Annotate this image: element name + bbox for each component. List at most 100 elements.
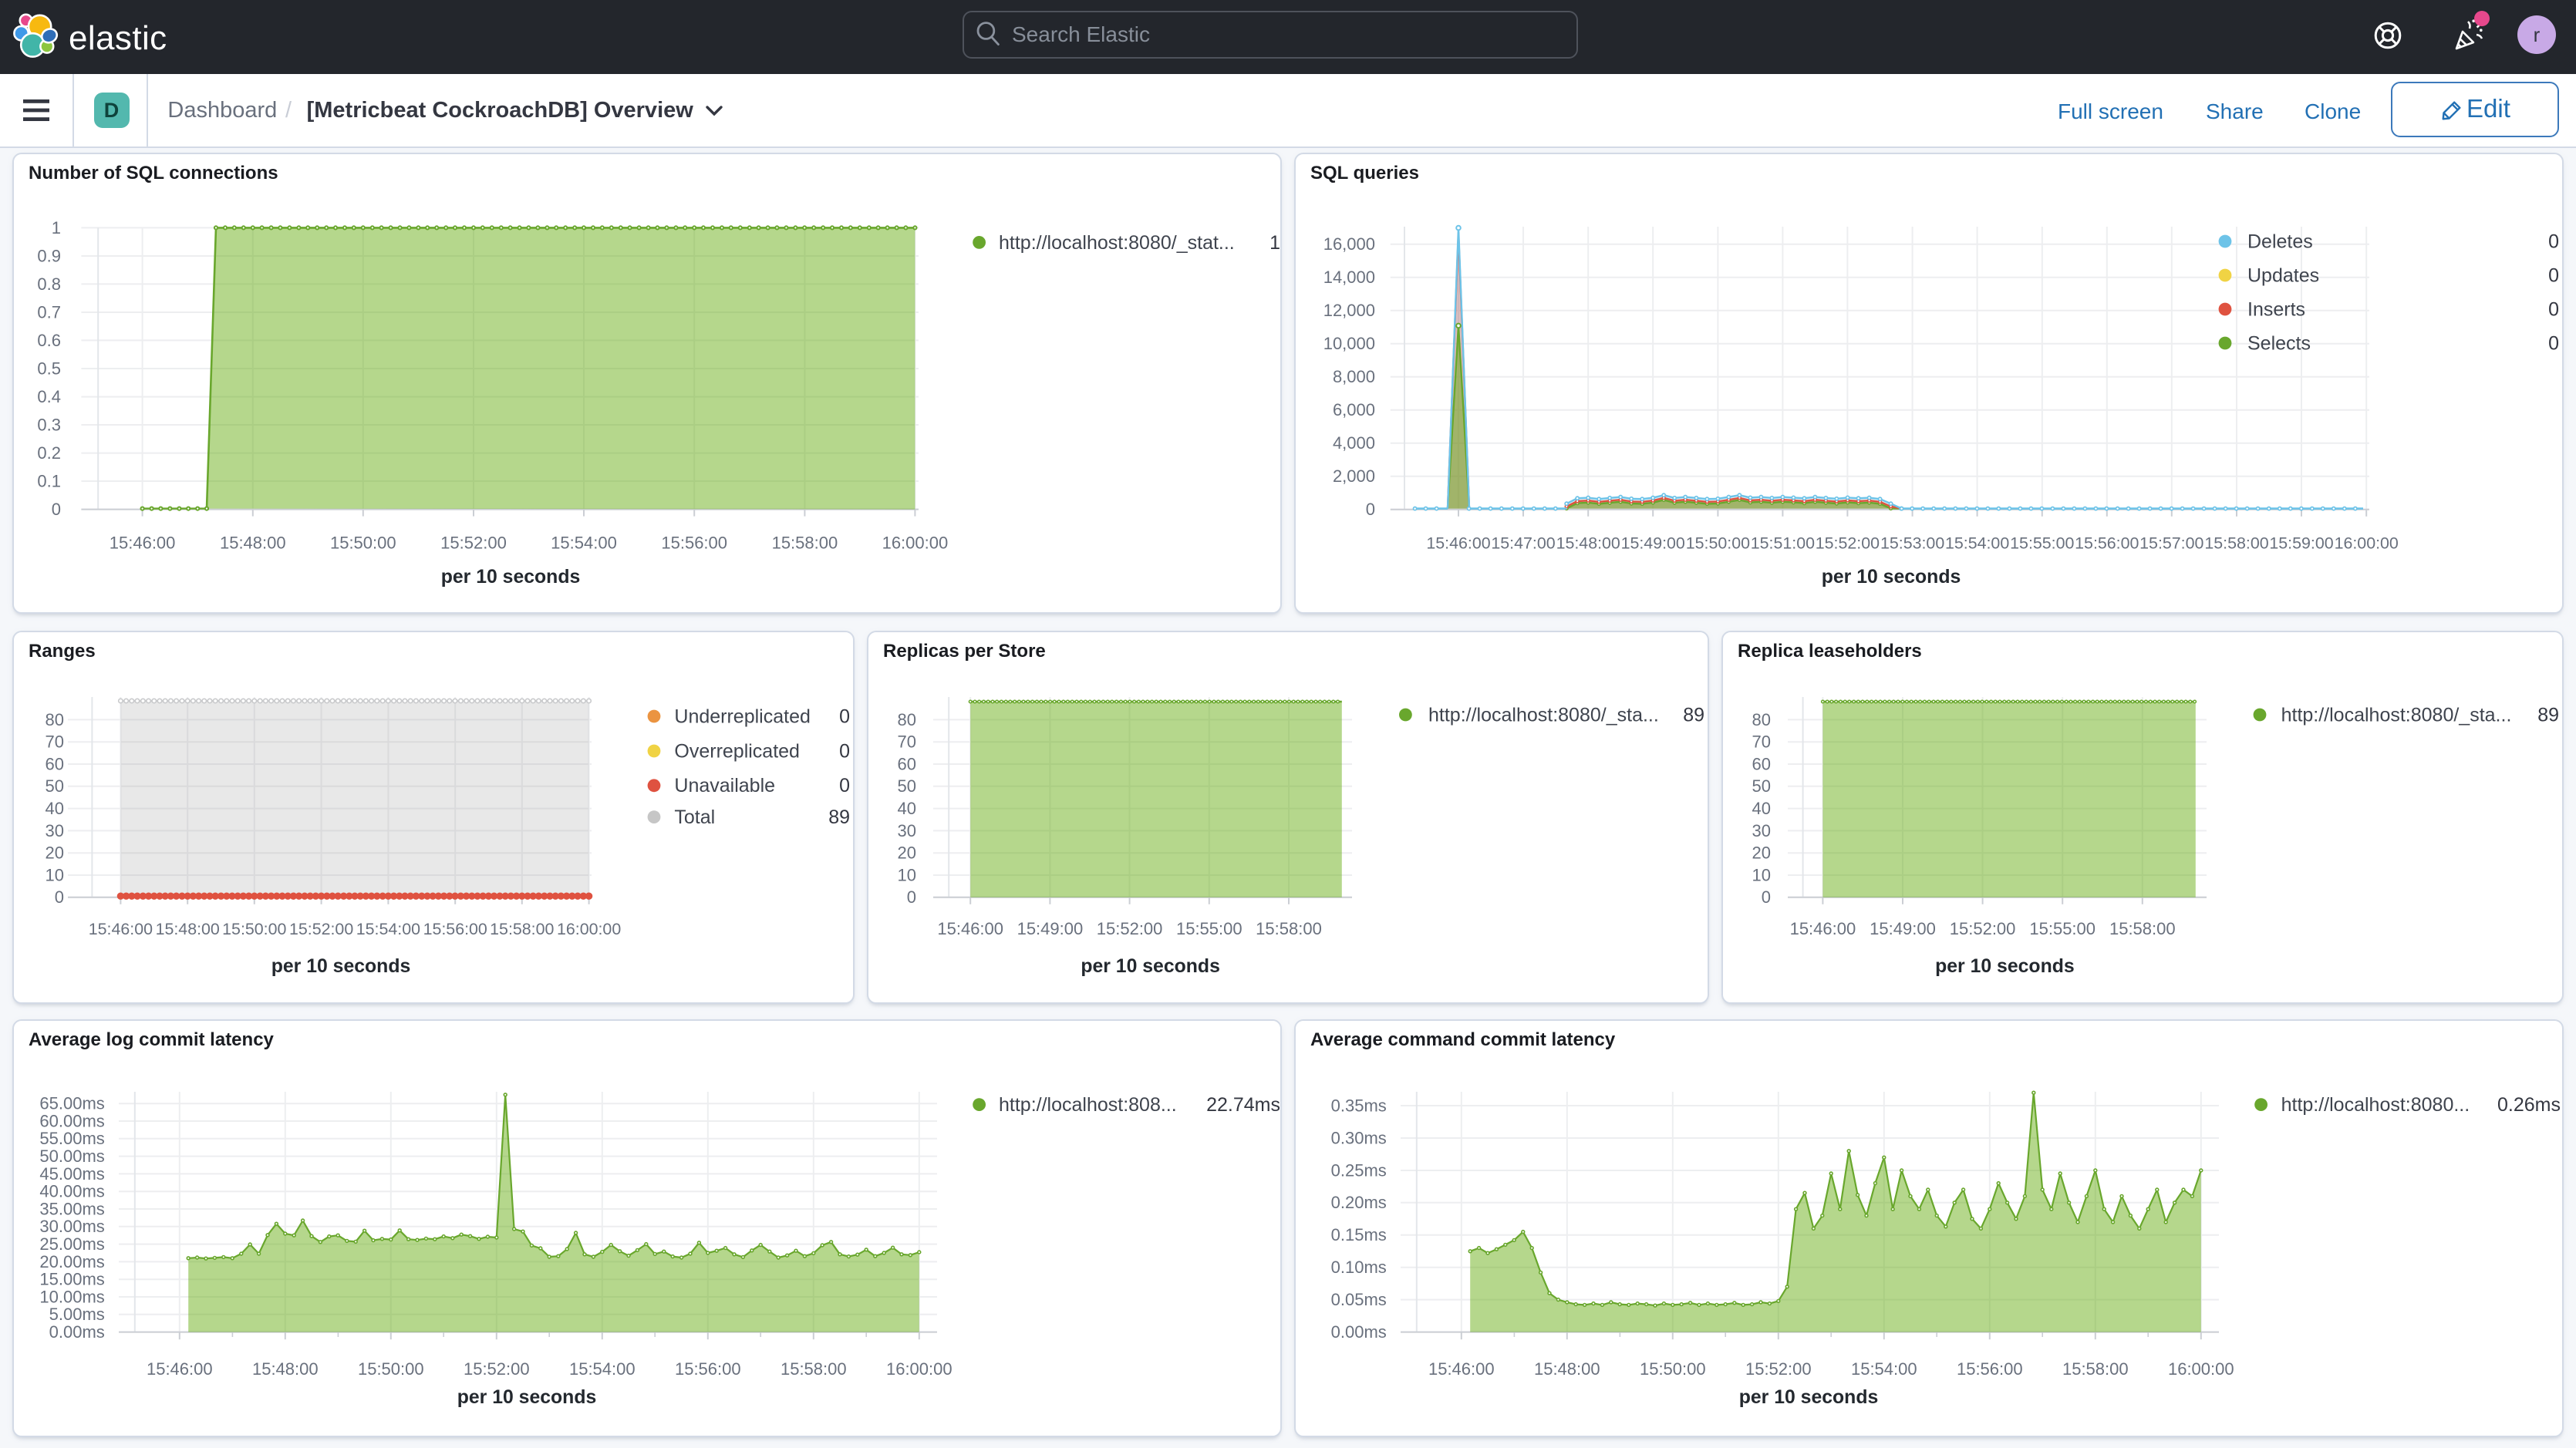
svg-text:per 10 seconds: per 10 seconds [1739,1387,1879,1408]
svg-text:70: 70 [1752,732,1771,752]
svg-text:15:52:00: 15:52:00 [1950,919,2016,938]
svg-text:80: 80 [1752,710,1771,729]
svg-text:per 10 seconds: per 10 seconds [1822,567,1961,588]
svg-text:15:58:00: 15:58:00 [1256,919,1322,938]
svg-text:15:49:00: 15:49:00 [1017,919,1084,938]
svg-text:4,000: 4,000 [1333,433,1375,453]
svg-text:0.3: 0.3 [37,415,61,434]
svg-text:0.26ms: 0.26ms [2497,1094,2561,1116]
svg-text:15:56:00: 15:56:00 [423,920,487,938]
svg-text:20: 20 [1752,844,1771,863]
svg-text:15:56:00: 15:56:00 [1957,1359,2023,1379]
svg-text:15:46:00: 15:46:00 [1790,919,1856,938]
svg-text:0: 0 [907,887,916,907]
svg-text:15:54:00: 15:54:00 [356,920,420,938]
svg-text:0.5: 0.5 [37,359,61,378]
svg-text:0: 0 [1762,887,1771,907]
svg-text:Total: Total [674,807,715,828]
svg-text:0.1: 0.1 [37,471,61,490]
svg-text:http://localhost:8080/_sta...: http://localhost:8080/_sta... [2281,704,2512,726]
svg-text:15:52:00: 15:52:00 [289,920,353,938]
svg-text:http://localhost:808...: http://localhost:808... [999,1094,1177,1116]
svg-text:0.9: 0.9 [37,246,61,265]
svg-text:20: 20 [46,844,64,863]
svg-text:0: 0 [2548,264,2559,286]
svg-text:15:50:00: 15:50:00 [358,1359,424,1379]
svg-text:15:50:00: 15:50:00 [222,920,286,938]
svg-text:15:57:00: 15:57:00 [2139,534,2203,552]
svg-text:8,000: 8,000 [1333,367,1375,386]
svg-text:15:47:00: 15:47:00 [1491,534,1555,552]
svg-text:15:56:00: 15:56:00 [2075,534,2139,552]
svg-text:14,000: 14,000 [1323,268,1375,287]
svg-text:0.10ms: 0.10ms [1331,1258,1387,1277]
svg-text:0.35ms: 0.35ms [1331,1096,1387,1115]
svg-text:15:50:00: 15:50:00 [1640,1359,1706,1379]
svg-text:15:48:00: 15:48:00 [156,920,220,938]
svg-text:15:55:00: 15:55:00 [1176,919,1242,938]
svg-text:16:00:00: 16:00:00 [2168,1359,2234,1379]
svg-text:70: 70 [898,732,916,752]
svg-text:40: 40 [46,799,64,818]
svg-text:15:52:00: 15:52:00 [1097,919,1163,938]
svg-text:http://localhost:8080...: http://localhost:8080... [2281,1094,2470,1116]
svg-text:16:00:00: 16:00:00 [882,533,949,552]
svg-text:http://localhost:8080/_sta...: http://localhost:8080/_sta... [1428,704,1659,726]
svg-text:15:54:00: 15:54:00 [1945,534,2009,552]
svg-text:1: 1 [52,218,61,237]
svg-text:10: 10 [46,865,64,884]
svg-text:55.00ms: 55.00ms [39,1129,104,1148]
svg-text:60: 60 [1752,754,1771,773]
svg-text:6,000: 6,000 [1333,400,1375,419]
svg-text:2,000: 2,000 [1333,466,1375,486]
svg-text:0: 0 [2548,231,2559,252]
svg-text:0: 0 [839,775,850,796]
svg-text:16,000: 16,000 [1323,234,1375,254]
svg-text:15:46:00: 15:46:00 [937,919,1003,938]
svg-text:15:55:00: 15:55:00 [2010,534,2074,552]
svg-text:50.00ms: 50.00ms [39,1147,104,1166]
svg-text:per 10 seconds: per 10 seconds [1935,956,2075,977]
svg-text:15:52:00: 15:52:00 [464,1359,530,1379]
svg-text:0.15ms: 0.15ms [1331,1225,1387,1244]
svg-text:15:54:00: 15:54:00 [1851,1359,1917,1379]
svg-text:0: 0 [55,887,64,907]
svg-text:30: 30 [1752,821,1771,840]
svg-text:35.00ms: 35.00ms [39,1199,104,1218]
svg-text:15:58:00: 15:58:00 [490,920,554,938]
svg-text:15:58:00: 15:58:00 [781,1359,847,1379]
svg-text:15.00ms: 15.00ms [39,1270,104,1289]
svg-text:25.00ms: 25.00ms [39,1234,104,1254]
svg-text:15:50:00: 15:50:00 [1686,534,1750,552]
svg-text:15:54:00: 15:54:00 [551,533,617,552]
svg-text:15:48:00: 15:48:00 [1556,534,1620,552]
svg-text:15:48:00: 15:48:00 [220,533,286,552]
svg-text:60.00ms: 60.00ms [39,1111,104,1130]
svg-text:15:56:00: 15:56:00 [661,533,727,552]
svg-text:0.20ms: 0.20ms [1331,1193,1387,1212]
svg-text:10.00ms: 10.00ms [39,1287,104,1306]
svg-text:15:46:00: 15:46:00 [110,533,176,552]
svg-text:89: 89 [2537,704,2559,726]
svg-text:65.00ms: 65.00ms [39,1094,104,1113]
svg-text:Inserts: Inserts [2247,298,2305,320]
svg-text:15:50:00: 15:50:00 [330,533,396,552]
svg-text:0.7: 0.7 [37,302,61,322]
svg-text:Unavailable: Unavailable [674,775,775,796]
svg-text:30: 30 [46,821,64,840]
svg-text:30.00ms: 30.00ms [39,1217,104,1236]
svg-text:per 10 seconds: per 10 seconds [457,1387,597,1408]
svg-text:20.00ms: 20.00ms [39,1252,104,1271]
svg-text:5.00ms: 5.00ms [49,1305,105,1324]
svg-text:60: 60 [898,754,916,773]
svg-text:15:46:00: 15:46:00 [1426,534,1490,552]
svg-text:0.05ms: 0.05ms [1331,1290,1387,1309]
svg-text:per 10 seconds: per 10 seconds [441,567,581,588]
svg-text:50: 50 [1752,776,1771,796]
svg-text:15:56:00: 15:56:00 [675,1359,741,1379]
svg-text:per 10 seconds: per 10 seconds [1081,956,1220,977]
svg-text:0: 0 [2548,332,2559,354]
svg-text:15:52:00: 15:52:00 [1816,534,1880,552]
svg-text:15:51:00: 15:51:00 [1751,534,1815,552]
svg-text:0: 0 [2548,298,2559,320]
